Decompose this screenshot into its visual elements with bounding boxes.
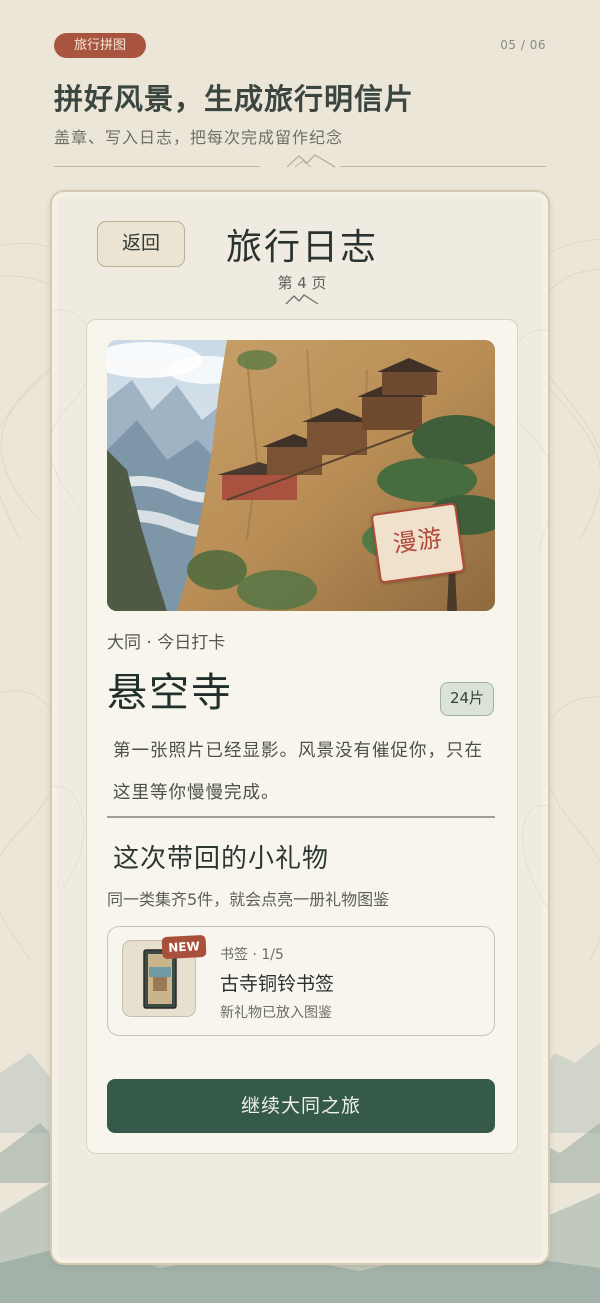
journal-page-number: 第 4 页	[277, 274, 327, 292]
journal-title: 旅行日志	[225, 227, 378, 268]
section-divider	[107, 816, 495, 818]
header-divider-right	[340, 166, 546, 167]
gift-name: 古寺铜铃书签	[220, 973, 335, 995]
journal-story-text: 第一张照片已经显影。风景没有催促你，只在这里等你慢慢完成。	[113, 741, 483, 803]
gift-status-note: 新礼物已放入图鉴	[220, 1005, 332, 1021]
new-badge: NEW	[161, 934, 207, 960]
header-divider-left	[54, 166, 260, 167]
roaming-stamp: 漫游	[370, 502, 466, 584]
page-subline: 盖章、写入日志，把每次完成留作纪念	[54, 128, 344, 147]
gift-item-card[interactable]: NEW 书签 · 1/5 古寺铜铃书签 新礼物已放入图鉴	[107, 926, 495, 1036]
section-tag: 旅行拼图	[54, 33, 146, 58]
mountain-ornament-icon	[285, 294, 319, 305]
page-indicator: 05 / 06	[500, 38, 546, 52]
location-checkin: 大同 · 今日打卡	[107, 633, 226, 653]
journal-panel: 返回 旅行日志 第 4 页 漫游 大同 · 今日打卡 悬空寺 24片 第一张照片…	[50, 190, 550, 1265]
gift-section-subtitle: 同一类集齐5件，就会点亮一册礼物图鉴	[107, 890, 390, 909]
place-name: 悬空寺	[107, 670, 233, 716]
page-headline: 拼好风景，生成旅行明信片	[54, 82, 415, 116]
back-button[interactable]: 返回	[97, 221, 185, 267]
piece-count-badge: 24片	[440, 682, 494, 716]
mountain-divider-icon	[286, 154, 336, 168]
gift-category-progress: 书签 · 1/5	[220, 947, 284, 963]
journal-entry-card: 漫游 大同 · 今日打卡 悬空寺 24片 第一张照片已经显影。风景没有催促你，只…	[86, 319, 518, 1154]
continue-journey-button[interactable]: 继续大同之旅	[107, 1079, 495, 1133]
gift-section-heading: 这次带回的小礼物	[113, 844, 330, 874]
